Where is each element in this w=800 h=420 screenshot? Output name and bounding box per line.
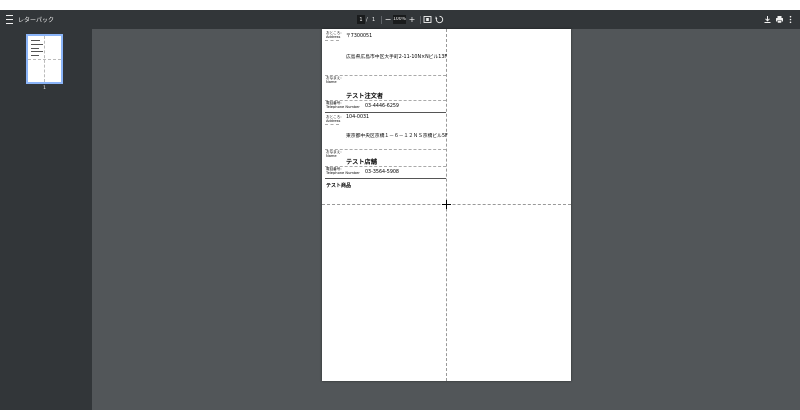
zoom-level-input[interactable] (393, 15, 406, 24)
section-divider (325, 178, 446, 179)
document-viewer[interactable]: おところ: Address 〒7300051 広島県広島市中区大手町2-11-1… (92, 29, 800, 410)
pdf-page: おところ: Address 〒7300051 広島県広島市中区大手町2-11-1… (322, 29, 571, 381)
more-options-icon[interactable] (787, 15, 794, 24)
thumbnail-sidebar: 1 (0, 29, 92, 410)
document-title: レターパック (18, 17, 54, 24)
menu-icon[interactable] (5, 15, 13, 24)
from-address: 東京都中央区京橋１－６－１２ＮＳ京橋ビル5F (346, 134, 448, 139)
from-name: テスト店舗 (346, 159, 377, 166)
rotate-icon[interactable] (435, 15, 444, 24)
from-phone-label-en: Telephone Number (326, 171, 360, 175)
from-address-label-en: Address (326, 119, 341, 123)
zoom-in-button[interactable]: + (408, 10, 416, 29)
zoom-out-button[interactable]: − (384, 10, 392, 29)
toolbar-divider (381, 16, 382, 24)
thumbnail-page-number: 1 (43, 86, 46, 91)
from-name-label-en: Name (326, 154, 337, 158)
page-thumbnail[interactable] (26, 34, 63, 84)
to-address-label-en: Address (326, 35, 341, 39)
dashed-rule (325, 166, 446, 167)
pdf-viewer-window: レターパック / 1 − + (0, 10, 800, 410)
thumbnail-text-line (31, 55, 39, 56)
item-name: テスト商品 (326, 183, 352, 189)
print-icon[interactable] (775, 15, 784, 24)
from-postal-code: 104-0031 (346, 115, 370, 120)
thumbnail-text-line (31, 48, 39, 49)
dashed-rule (325, 149, 446, 150)
from-phone: 03-3564-5908 (365, 170, 399, 175)
to-phone-label-en: Telephone Number (326, 105, 360, 109)
thumbnail-text-line (31, 44, 43, 45)
dashed-rule (325, 124, 339, 125)
to-postal-code: 〒7300051 (346, 34, 373, 39)
dashed-rule (325, 75, 446, 76)
dashed-rule (325, 40, 339, 41)
total-pages: 1 (372, 16, 376, 23)
toolbar-divider (420, 16, 421, 24)
to-name: テスト注文者 (346, 93, 384, 100)
section-divider (325, 112, 446, 113)
thumbnail-text-line (31, 51, 43, 52)
to-name-label-en: Name (326, 80, 337, 84)
thumbnail-text-line (31, 40, 40, 41)
pdf-toolbar: レターパック / 1 − + (0, 10, 800, 29)
center-crosshair (442, 200, 451, 209)
to-address: 広島県広島市中区大手町2-11-10N×Nビル13F (346, 55, 448, 60)
fit-page-icon[interactable] (423, 15, 432, 24)
thumbnail-cut-line (28, 59, 61, 60)
page-number-input[interactable] (357, 15, 365, 24)
to-phone: 03-4446-6259 (365, 104, 399, 109)
dashed-rule (325, 100, 446, 101)
download-icon[interactable] (763, 15, 772, 24)
page-separator: / (366, 16, 368, 23)
